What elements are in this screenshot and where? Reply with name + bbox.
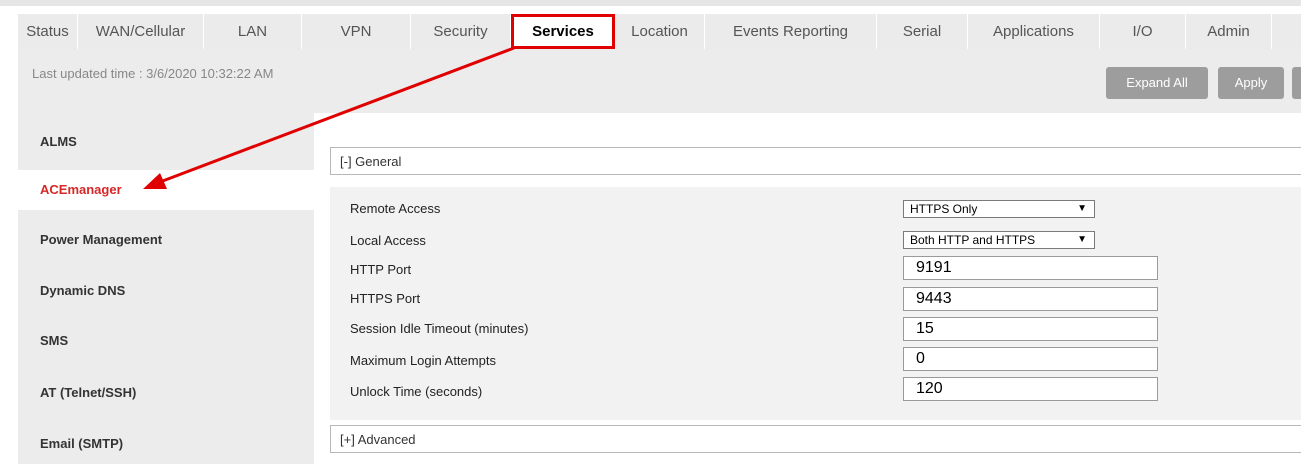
tab-serial[interactable]: Serial	[877, 14, 968, 49]
caret-down-icon: ▼	[1077, 234, 1087, 245]
tab-status[interactable]: Status	[18, 14, 78, 49]
tab-events-reporting[interactable]: Events Reporting	[705, 14, 877, 49]
tab-applications[interactable]: Applications	[968, 14, 1100, 49]
sidebar-item-dynamic-dns[interactable]: Dynamic DNS	[18, 271, 314, 311]
last-updated-time: Last updated time : 3/6/2020 10:32:22 AM	[32, 66, 274, 81]
idle-timeout-input[interactable]: 15	[903, 317, 1158, 341]
unlock-time-input[interactable]: 120	[903, 377, 1158, 401]
local-access-value: Both HTTP and HTTPS	[910, 233, 1036, 247]
sidebar-item-email-smtp[interactable]: Email (SMTP)	[18, 424, 314, 464]
caret-down-icon: ▼	[1077, 203, 1087, 214]
sidebar-item-power-management[interactable]: Power Management	[18, 220, 314, 260]
local-access-label: Local Access	[350, 233, 426, 248]
advanced-section-header[interactable]: [+] Advanced	[330, 425, 1301, 453]
partial-button[interactable]	[1292, 67, 1301, 99]
remote-access-select[interactable]: HTTPS Only ▼	[903, 200, 1095, 218]
idle-timeout-label: Session Idle Timeout (minutes)	[350, 321, 529, 336]
expand-all-button[interactable]: Expand All	[1106, 67, 1208, 99]
http-port-label: HTTP Port	[350, 262, 412, 277]
tab-vpn[interactable]: VPN	[302, 14, 411, 49]
max-login-label: Maximum Login Attempts	[350, 353, 496, 368]
apply-button[interactable]: Apply	[1218, 67, 1284, 99]
unlock-time-label: Unlock Time (seconds)	[350, 384, 483, 399]
https-port-input[interactable]: 9443	[903, 287, 1158, 311]
tab-bar-end	[1272, 14, 1301, 49]
top-strip-bar	[0, 0, 1301, 6]
sidebar-item-alms[interactable]: ALMS	[18, 122, 314, 162]
https-port-label: HTTPS Port	[350, 291, 421, 306]
local-access-select[interactable]: Both HTTP and HTTPS ▼	[903, 231, 1095, 249]
tab-location[interactable]: Location	[615, 14, 705, 49]
max-login-input[interactable]: 0	[903, 347, 1158, 371]
tab-wan-cellular[interactable]: WAN/Cellular	[78, 14, 204, 49]
http-port-input[interactable]: 9191	[903, 256, 1158, 280]
top-strip	[0, 0, 1301, 14]
sidebar-item-at-telnet-ssh[interactable]: AT (Telnet/SSH)	[18, 373, 314, 413]
tab-services[interactable]: Services	[511, 14, 615, 49]
tab-io[interactable]: I/O	[1100, 14, 1186, 49]
remote-access-label: Remote Access	[350, 201, 441, 216]
tab-lan[interactable]: LAN	[204, 14, 302, 49]
sidebar-item-sms[interactable]: SMS	[18, 321, 314, 361]
sidebar-item-acemanager[interactable]: ACEmanager	[18, 170, 314, 210]
tab-security[interactable]: Security	[411, 14, 511, 49]
remote-access-value: HTTPS Only	[910, 202, 978, 216]
general-section-header[interactable]: [-] General	[330, 147, 1301, 175]
tab-admin[interactable]: Admin	[1186, 14, 1272, 49]
